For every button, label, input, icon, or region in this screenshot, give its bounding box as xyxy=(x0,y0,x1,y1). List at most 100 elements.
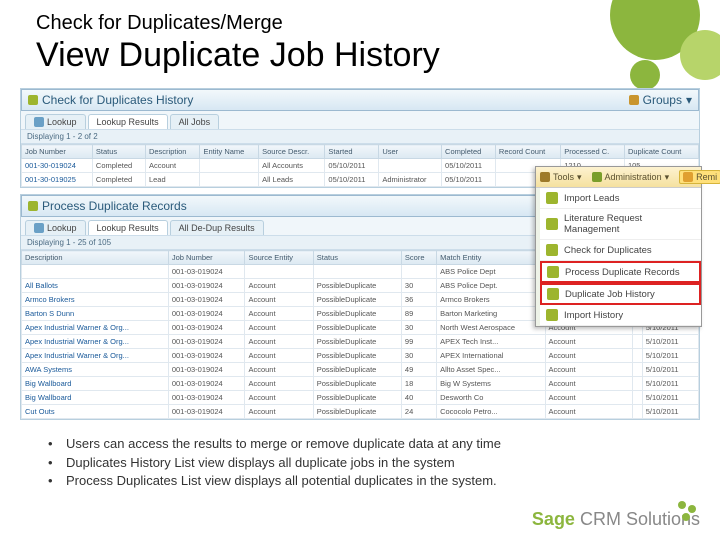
menu-item-import-leads[interactable]: Import Leads xyxy=(540,188,701,209)
cell: Cococolo Petro... xyxy=(437,405,545,419)
cell: All Accounts xyxy=(259,159,325,173)
job-link[interactable]: 001-30-019025 xyxy=(25,175,76,184)
cell: Account xyxy=(245,377,313,391)
cell: North West Aerospace xyxy=(437,321,545,335)
record-link[interactable]: All Ballots xyxy=(25,281,58,290)
record-link[interactable]: Armco Brokers xyxy=(25,295,75,304)
cell: Barton S Dunn xyxy=(22,307,169,321)
menu-item-import-history[interactable]: Import History xyxy=(540,305,701,326)
cell xyxy=(633,405,642,419)
cell: 36 xyxy=(401,293,436,307)
col-header[interactable]: Status xyxy=(92,145,145,159)
col-header[interactable]: User xyxy=(379,145,442,159)
slide-kicker: Check for Duplicates/Merge xyxy=(36,12,283,35)
chevron-down-icon: ▾ xyxy=(686,93,692,107)
cell: PossibleDuplicate xyxy=(313,335,401,349)
cell xyxy=(245,265,313,279)
bullet-item: Users can access the results to merge or… xyxy=(66,435,501,453)
cell: Cut Outs xyxy=(22,405,169,419)
col-header[interactable]: Started xyxy=(325,145,379,159)
cell: Lead xyxy=(145,173,200,187)
app-screenshot: Check for Duplicates History Groups▾ Loo… xyxy=(20,88,700,418)
cell: Big Wallboard xyxy=(22,377,169,391)
history-paging: Displaying 1 - 2 of 2 xyxy=(21,130,699,144)
cell: 001-03-019024 xyxy=(168,307,245,321)
cell: 5/10/2011 xyxy=(642,377,698,391)
cell xyxy=(633,391,642,405)
col-header[interactable]: Description xyxy=(145,145,200,159)
table-row[interactable]: Apex Industrial Warner & Org...001-03-01… xyxy=(22,335,699,349)
cell: Account xyxy=(545,349,633,363)
table-row[interactable]: Cut Outs001-03-019024AccountPossibleDupl… xyxy=(22,405,699,419)
cell: Apex Industrial Warner & Org... xyxy=(22,321,169,335)
cell: PossibleDuplicate xyxy=(313,377,401,391)
table-row[interactable]: AWA Systems001-03-019024AccountPossibleD… xyxy=(22,363,699,377)
cell: PossibleDuplicate xyxy=(313,391,401,405)
record-link[interactable]: AWA Systems xyxy=(25,365,72,374)
col-header[interactable]: Job Number xyxy=(22,145,93,159)
col-header[interactable]: Description xyxy=(22,251,169,265)
col-header[interactable]: Match Entity xyxy=(437,251,545,265)
cell: Account xyxy=(145,159,200,173)
cell: 001-03-019024 xyxy=(168,293,245,307)
tab-lookup[interactable]: Lookup xyxy=(25,114,86,129)
tab-all-jobs[interactable]: All Jobs xyxy=(170,114,220,129)
cell: Big W Systems xyxy=(437,377,545,391)
history-icon xyxy=(547,288,559,300)
reminder-trigger[interactable]: Remi xyxy=(679,170,720,184)
menu-item-process-duplicates[interactable]: Process Duplicate Records xyxy=(540,261,701,283)
chevron-down-icon: ▾ xyxy=(577,172,582,183)
table-row[interactable]: Big Wallboard001-03-019024AccountPossibl… xyxy=(22,377,699,391)
job-link[interactable]: 001-30-019024 xyxy=(25,161,76,170)
col-header[interactable]: Score xyxy=(401,251,436,265)
col-header[interactable]: Processed C. xyxy=(561,145,625,159)
record-link[interactable]: Cut Outs xyxy=(25,407,55,416)
cell: Completed xyxy=(92,159,145,173)
cell: Account xyxy=(245,405,313,419)
col-header[interactable]: Source Entity xyxy=(245,251,313,265)
record-link[interactable]: Apex Industrial Warner & Org... xyxy=(25,337,129,346)
cell: 001-30-019024 xyxy=(22,159,93,173)
menu-item-check-duplicates[interactable]: Check for Duplicates xyxy=(540,240,701,261)
tools-menu-trigger[interactable]: Tools▾ xyxy=(540,172,582,183)
cell: 001-03-019024 xyxy=(168,391,245,405)
bullet-item: Process Duplicates List view displays al… xyxy=(66,472,497,490)
cell: 5/10/2011 xyxy=(642,349,698,363)
col-header[interactable]: Status xyxy=(313,251,401,265)
cell: 89 xyxy=(401,307,436,321)
tab-lookup-results[interactable]: Lookup Results xyxy=(88,220,168,235)
record-link[interactable]: Big Wallboard xyxy=(25,379,71,388)
check-icon xyxy=(546,244,558,256)
col-header[interactable]: Source Descr. xyxy=(259,145,325,159)
cell xyxy=(313,265,401,279)
col-header[interactable]: Record Count xyxy=(495,145,560,159)
cell: 05/10/2011 xyxy=(325,173,379,187)
tab-lookup-results[interactable]: Lookup Results xyxy=(88,114,168,129)
col-header[interactable]: Entity Name xyxy=(200,145,259,159)
tab-lookup[interactable]: Lookup xyxy=(25,220,86,235)
menu-item-duplicate-history[interactable]: Duplicate Job History xyxy=(540,283,701,305)
cell: PossibleDuplicate xyxy=(313,293,401,307)
table-row[interactable]: Apex Industrial Warner & Org...001-03-01… xyxy=(22,349,699,363)
cell: 001-03-019024 xyxy=(168,363,245,377)
cell: Account xyxy=(245,321,313,335)
menu-item-literature[interactable]: Literature Request Management xyxy=(540,209,701,240)
col-header[interactable]: Job Number xyxy=(168,251,245,265)
cell: APEX International xyxy=(437,349,545,363)
table-row[interactable]: Big Wallboard001-03-019024AccountPossibl… xyxy=(22,391,699,405)
cell: 001-30-019025 xyxy=(22,173,93,187)
record-link[interactable]: Apex Industrial Warner & Org... xyxy=(25,323,129,332)
cell: Big Wallboard xyxy=(22,391,169,405)
record-link[interactable]: Apex Industrial Warner & Org... xyxy=(25,351,129,360)
tab-all-dedup[interactable]: All De-Dup Results xyxy=(170,220,264,235)
brand-logo: Sage CRM Solutions xyxy=(532,509,700,530)
record-link[interactable]: Big Wallboard xyxy=(25,393,71,402)
cell: Account xyxy=(245,363,313,377)
col-header[interactable]: Completed xyxy=(442,145,496,159)
cell: 5/10/2011 xyxy=(642,335,698,349)
admin-menu-trigger[interactable]: Administration▾ xyxy=(592,172,670,183)
wrench-icon xyxy=(540,172,550,182)
col-header[interactable]: Duplicate Count xyxy=(624,145,698,159)
groups-label[interactable]: Groups xyxy=(643,93,682,107)
record-link[interactable]: Barton S Dunn xyxy=(25,309,74,318)
